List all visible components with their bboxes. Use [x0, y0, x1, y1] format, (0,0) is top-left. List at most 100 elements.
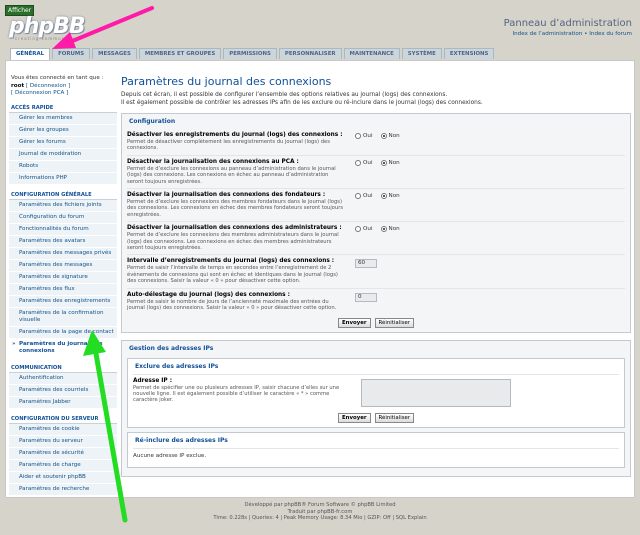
radio-circle[interactable]	[355, 226, 361, 233]
sidebar-item[interactable]: Informations PHP	[9, 172, 117, 185]
radio-yes[interactable]: Oui	[355, 133, 373, 139]
sidebar-item[interactable]: Paramètres des messages privés	[9, 247, 117, 260]
tab-maintenance[interactable]: MAINTENANCE	[343, 48, 400, 59]
option-desc: Permet de désactiver complètement les en…	[127, 139, 330, 152]
configuration-legend: Configuration	[127, 118, 178, 125]
sidebar-item[interactable]: Paramètres de la page de contact	[9, 326, 117, 339]
interval-input[interactable]: 60	[355, 259, 377, 269]
radio-yes[interactable]: Oui	[355, 226, 373, 233]
sidebar-item[interactable]: Paramètres de la confirmation visuelle	[9, 307, 117, 327]
radio-circle-selected[interactable]	[380, 133, 387, 139]
sidebar-item[interactable]: Paramètres des avatars	[9, 235, 117, 248]
page-title: Paramètres du journal des connexions	[121, 75, 332, 88]
sidebar-item[interactable]: Configuration du forum	[9, 211, 117, 224]
option-desc: Permet de d’exclure les connexions au pa…	[127, 165, 336, 185]
config-buttons: Envoyer Réinitialiser	[127, 317, 625, 328]
footer: Développé par phpBB® Forum Software © ph…	[0, 502, 640, 522]
menu-section-title: CONFIGURATION GÉNÉRALE	[9, 191, 117, 200]
sidebar-item[interactable]: Gérer les forums	[9, 136, 117, 149]
tab-messages[interactable]: MESSAGES	[92, 48, 137, 59]
exclude-reset-button[interactable]: Réinitialiser	[374, 412, 415, 423]
tab-permissions[interactable]: PERMISSIONS	[223, 48, 277, 59]
sidebar-item[interactable]: Paramètres des courriels	[9, 384, 117, 397]
radio-yes[interactable]: Oui	[355, 193, 373, 200]
sidebar-item[interactable]: Paramètres de signature	[9, 271, 117, 284]
page-description-line-1: Depuis cet écran, il est possible de con…	[121, 92, 448, 98]
sidebar-item[interactable]: Fonctionnalités du forum	[9, 223, 117, 236]
radio-no[interactable]: Non	[380, 193, 400, 200]
option-title: Désactiver la journalisation des connexi…	[127, 192, 326, 199]
tab-membres-et-groupes[interactable]: MEMBRES ET GROUPES	[138, 48, 222, 59]
ip-management-legend: Gestion des adresses IPs	[127, 344, 216, 352]
logout-acp-line: [ Déconnexion PCA ]	[9, 90, 117, 98]
header-links[interactable]: Index de l’administration • Index du for…	[512, 31, 632, 37]
prune-input[interactable]: 0	[355, 292, 377, 302]
radio-option: Désactiver la journalisation des connexi…	[127, 154, 625, 188]
tab-système[interactable]: SYSTÈME	[401, 48, 442, 59]
interval-title: Intervalle d’enregistrements du journal …	[127, 258, 335, 265]
exclude-submit-button[interactable]: Envoyer	[337, 412, 371, 423]
option-desc: Permet de d’exclure les connexions des m…	[127, 232, 339, 252]
sidebar-item[interactable]: Paramètres des messages	[9, 259, 117, 272]
sidebar-item[interactable]: Gérer les groupes	[9, 124, 117, 137]
options-list: Désactiver les enregistrements du journa…	[127, 129, 625, 254]
sidebar-item[interactable]: Paramètres de charge	[9, 459, 117, 472]
sidebar-item[interactable]: Aider et soutenir phpBB	[9, 471, 117, 484]
configuration-fieldset: Configuration Désactiver les enregistrem…	[121, 113, 631, 333]
sidebar-item[interactable]: Gérer les membres	[9, 112, 117, 125]
tab-extensions[interactable]: EXTENSIONS	[443, 48, 495, 59]
option-title: Désactiver les enregistrements du journa…	[127, 132, 343, 138]
sidebar-item[interactable]: Journal de modération	[9, 148, 117, 161]
reinclude-ip-legend: Ré-inclure des adresses IPs	[133, 436, 230, 444]
sidebar-item[interactable]: Paramètres des flux	[9, 283, 117, 296]
radio-circle[interactable]	[355, 193, 361, 200]
option-title: Désactiver la journalisation des connexi…	[127, 158, 299, 165]
radio-no[interactable]: Non	[380, 226, 400, 233]
menu-section-title: ACCÈS RAPIDE	[9, 104, 117, 113]
radio-circle-selected[interactable]	[380, 159, 387, 166]
exclude-ip-box: Exclure des adresses IPs Adresse IP : Pe…	[127, 357, 625, 428]
logout-acp-link[interactable]: [ Déconnexion PCA ]	[11, 90, 68, 96]
tab-forums[interactable]: FORUMS	[52, 48, 91, 59]
ip-option: Adresse IP : Permet de spécifier une ou …	[133, 373, 619, 410]
ip-textarea[interactable]	[361, 378, 511, 407]
submit-button[interactable]: Envoyer	[337, 317, 371, 328]
radio-no[interactable]: Non	[380, 159, 400, 166]
radio-yes-label: Oui	[363, 193, 373, 200]
phpbb-logo[interactable]: Afficher phpBB creating communities	[5, 5, 87, 41]
sidebar-item[interactable]: Paramètres des fichiers joints	[9, 199, 117, 212]
sidebar-item[interactable]: Paramètres du journal des connexions	[9, 338, 117, 358]
radio-circle-selected[interactable]	[380, 193, 387, 200]
radio-circle-selected[interactable]	[380, 226, 387, 233]
sidebar-item[interactable]: Paramètres des enregistrements	[9, 295, 117, 308]
prune-option: Auto-délestage du journal (logs) des con…	[127, 287, 625, 315]
username: root	[11, 82, 25, 89]
radio-no[interactable]: Non	[380, 133, 400, 139]
prune-title: Auto-délestage du journal (logs) des con…	[127, 291, 290, 298]
sidebar-item[interactable]: Paramètres de cookie	[9, 423, 117, 436]
radio-no-label: Non	[388, 193, 400, 200]
logout-link[interactable]: [ Déconnexion ]	[26, 83, 70, 89]
main-tabs: GÉNÉRAL FORUMS MESSAGES MEMBRES ET GROUPES P…	[10, 48, 495, 60]
radio-circle[interactable]	[355, 133, 361, 139]
sidebar-item[interactable]: Paramètres de sécurité	[9, 447, 117, 460]
sidebar-item[interactable]: Paramètres du serveur	[9, 435, 117, 448]
radio-option: Désactiver la journalisation des connexi…	[127, 188, 625, 221]
sidebar-item[interactable]: Paramètres de recherche	[9, 483, 117, 496]
sidebar-item[interactable]: Paramètres Jabber	[9, 396, 117, 409]
reset-button[interactable]: Réinitialiser	[374, 317, 415, 328]
radio-no-label: Non	[388, 159, 400, 166]
no-excluded-text: Aucune adresse IP exclue.	[133, 447, 619, 463]
panel-title: Panneau d’administration	[503, 18, 632, 29]
footer-debug: Time: 0.228s | Queries: 4 | Peak Memory …	[213, 515, 427, 522]
radio-circle[interactable]	[355, 159, 361, 166]
tab-personnaliser[interactable]: PERSONNALISER	[278, 48, 342, 59]
tab-général[interactable]: GÉNÉRAL	[10, 48, 51, 60]
radio-option: Désactiver les enregistrements du journa…	[127, 129, 625, 155]
radio-no-label: Non	[388, 133, 400, 139]
radio-yes[interactable]: Oui	[355, 159, 373, 166]
radio-option: Désactiver la journalisation des connexi…	[127, 221, 625, 254]
ip-desc: Permet de spécifier une ou plusieurs adr…	[133, 384, 340, 404]
sidebar-item[interactable]: Robots	[9, 160, 117, 173]
sidebar-item[interactable]: Authentification	[9, 372, 117, 385]
